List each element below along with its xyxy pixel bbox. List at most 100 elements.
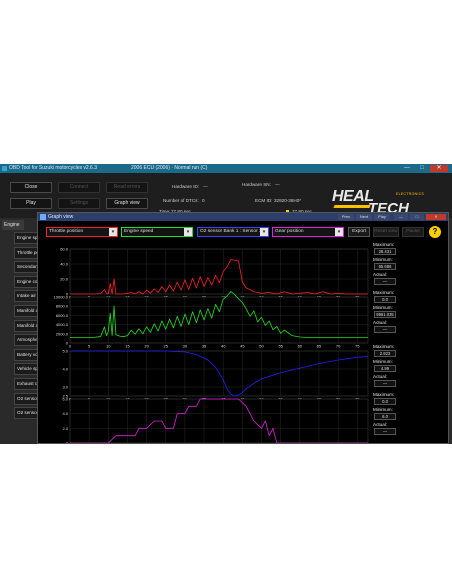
ecm-id-label: ECM ID: <box>255 198 273 203</box>
sidebar-item[interactable]: Secondary <box>14 261 38 274</box>
y-tick-label: 2.0 <box>62 426 68 431</box>
actual-label: Actual: <box>373 320 388 325</box>
chart-panel-2: 0 5 10 15 20 25 30 35 40 45 50 55 60 65 70 7502000.0400… <box>54 291 369 349</box>
hardware-sn-label: Hardware SN: <box>242 182 271 187</box>
x-tick-label: 20 <box>144 344 149 349</box>
actual-value: — <box>374 326 396 333</box>
x-tick-label: 5 <box>88 344 91 349</box>
graph-view-button[interactable]: Graph view <box>106 198 148 209</box>
connect-button[interactable]: Connect <box>58 182 100 193</box>
y-tick-label: 40.0 <box>60 262 69 267</box>
read-errors-button[interactable]: Read errors <box>106 182 148 193</box>
actual-value: — <box>374 380 396 387</box>
actual-label: Actual: <box>373 374 388 379</box>
minimum-label: Minimum: <box>373 305 393 310</box>
stats-group: Maximum: 28.431 Minimum: 65.686 Actual: — <box>373 242 435 288</box>
minimize-button[interactable]: — <box>400 165 414 172</box>
minimum-label: Minimum: <box>373 359 393 364</box>
sidebar-item[interactable]: Manifold ab <box>14 319 38 332</box>
x-tick-label: 0 <box>69 444 72 445</box>
chart-panel-1: 051015202530354045505560657075020.040.06… <box>60 247 369 300</box>
x-tick-label: 5 <box>88 444 91 445</box>
window-title: OBD Tool for Suzuki motorcycles v2.6.3 <box>9 165 97 171</box>
settings-button[interactable]: Settings <box>58 198 100 209</box>
app-icon <box>2 166 7 171</box>
minimum-value: 4.99 <box>374 365 396 372</box>
sidebar-item[interactable]: Atmospher <box>14 334 38 347</box>
hardware-id-value: — <box>203 184 208 189</box>
stats-group: Maximum: 0.0 Minimum: 6.0 Actual: — <box>373 392 435 438</box>
x-tick-label: 50 <box>259 444 264 445</box>
y-tick-label: 3.0 <box>62 385 68 390</box>
sidebar-item[interactable]: Engine spe <box>14 232 38 244</box>
x-tick-label: 20 <box>144 444 149 445</box>
x-tick-label: 40 <box>221 344 226 349</box>
logo-electronics: ELECTRONICS <box>396 192 425 196</box>
x-tick-label: 75 <box>355 344 360 349</box>
sidebar-item[interactable]: O2 sensor <box>14 407 38 420</box>
hardware-sn-value: — <box>275 182 280 187</box>
minimum-label: Minimum: <box>373 257 393 262</box>
maximum-value: 2.923 <box>374 350 396 357</box>
y-tick-label: 60.0 <box>60 247 69 252</box>
y-tick-label: 6000.0 <box>56 313 69 318</box>
obd-tool-window: OBD Tool for Suzuki motorcycles v2.6.3 2… <box>0 164 452 444</box>
x-tick-label: 70 <box>336 344 341 349</box>
maximum-value: 0.0 <box>374 398 396 405</box>
x-tick-label: 45 <box>240 444 245 445</box>
actual-value: — <box>374 428 396 435</box>
sidebar-item[interactable]: Vehicle spe <box>14 363 38 376</box>
x-tick-label: 15 <box>125 344 130 349</box>
sidebar-item[interactable]: Intake air <box>14 290 38 303</box>
x-tick-label: 40 <box>221 444 226 445</box>
x-tick-label: 65 <box>317 344 322 349</box>
window-subtitle: 2006 ECU (2006) · Normal run (C) <box>131 165 208 171</box>
x-tick-label: 70 <box>336 444 341 445</box>
window-titlebar: OBD Tool for Suzuki motorcycles v2.6.3 2… <box>0 164 452 173</box>
ecm-id-value: 32920-38H0* <box>274 198 302 203</box>
sidebar-item[interactable]: Throttle po <box>14 246 38 259</box>
dtc-count-value: 0 <box>202 198 205 203</box>
sidebar-header[interactable]: Engine <box>2 220 24 230</box>
sidebar-item[interactable]: Manifold ab <box>14 305 38 317</box>
chart-panel-3: 0510152025303540455055606570752.53.04.05… <box>62 349 369 402</box>
close-button[interactable]: Close <box>10 182 52 193</box>
y-tick-label: 8000.0 <box>56 304 69 309</box>
x-tick-label: 35 <box>202 344 207 349</box>
x-tick-label: 25 <box>164 344 169 349</box>
close-window-button[interactable]: ✕ <box>430 165 448 172</box>
x-tick-label: 75 <box>355 444 360 445</box>
x-tick-label: 50 <box>259 344 264 349</box>
sidebar-item[interactable]: Battery vol <box>14 348 38 361</box>
maximize-button[interactable]: □ <box>415 165 429 172</box>
x-tick-label: 60 <box>298 444 303 445</box>
y-tick-label: 4000.0 <box>56 322 69 327</box>
actual-value: — <box>374 278 396 285</box>
maximum-label: Maximum: <box>373 344 395 349</box>
x-tick-label: 55 <box>278 344 283 349</box>
y-tick-label: 5.0 <box>62 349 68 354</box>
play-button[interactable]: Play <box>10 198 52 209</box>
y-tick-label: 6.0 <box>62 397 68 402</box>
maximum-label: Maximum: <box>373 290 395 295</box>
sidebar-item[interactable]: Engine co <box>14 275 38 288</box>
sidebar-item[interactable]: Exhaust c <box>14 378 38 390</box>
maximum-label: Maximum: <box>373 242 395 247</box>
stats-group: Maximum: 2.923 Minimum: 4.99 Actual: — <box>373 344 435 390</box>
maximum-value: 0.0 <box>374 296 396 303</box>
y-tick-label: 0 <box>66 441 69 445</box>
x-tick-label: 25 <box>164 444 169 445</box>
sidebar-item[interactable]: O2 sensor <box>14 392 38 405</box>
logo-swoosh <box>333 205 371 208</box>
maximum-label: Maximum: <box>373 392 395 397</box>
x-tick-label: 65 <box>317 444 322 445</box>
y-tick-label: 4.0 <box>62 367 68 372</box>
x-tick-label: 10 <box>106 444 111 445</box>
x-tick-label: 30 <box>183 344 188 349</box>
minimum-value: 9961.035 <box>374 311 396 318</box>
x-tick-label: 15 <box>125 444 130 445</box>
minimum-value: 6.0 <box>374 413 396 420</box>
x-tick-label: 0 <box>69 344 72 349</box>
x-tick-label: 55 <box>278 444 283 445</box>
y-tick-label: 20.0 <box>60 277 69 282</box>
